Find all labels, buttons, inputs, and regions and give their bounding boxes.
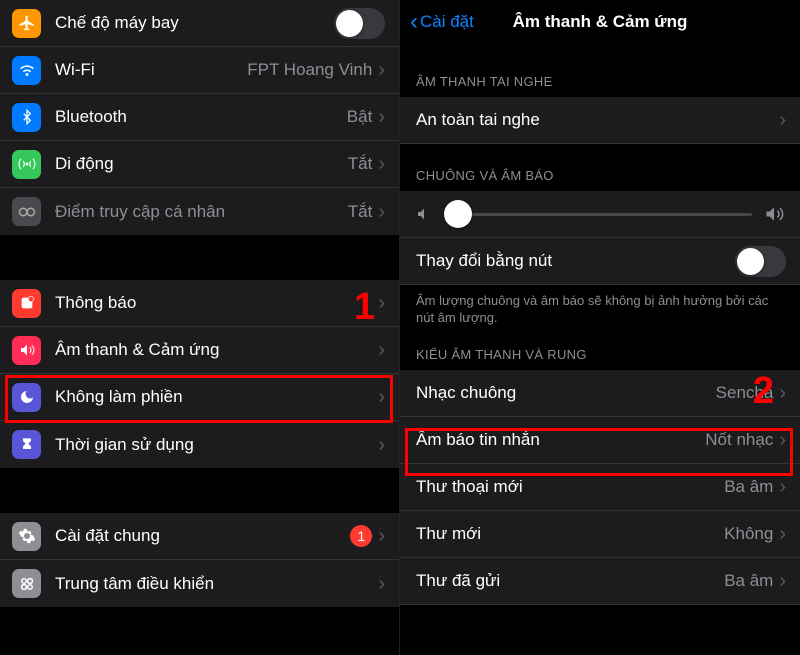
chevron-right-icon: › [378,574,385,594]
notification-badge: 1 [350,525,372,547]
texttone-value: Nốt nhạc [705,430,773,450]
group-general: Cài đặt chung 1 › Trung tâm điều khiển › [0,513,399,607]
chevron-right-icon: › [779,571,786,591]
sentmail-label: Thư đã gửi [416,571,724,591]
ringtone-label: Nhạc chuông [416,383,716,403]
notifications-icon [12,289,41,318]
bluetooth-icon [12,103,41,132]
control-center-label: Trung tâm điều khiển [55,574,378,594]
chevron-right-icon: › [378,387,385,407]
change-with-buttons-label: Thay đổi bằng nút [416,251,735,271]
row-general[interactable]: Cài đặt chung 1 › [0,513,399,560]
change-with-buttons-toggle[interactable] [735,246,786,277]
row-screentime[interactable]: Thời gian sử dụng › [0,421,399,468]
control-center-icon [12,569,41,598]
chevron-right-icon: › [378,202,385,222]
chevron-right-icon: › [378,154,385,174]
sentmail-value: Ba âm [724,571,773,591]
cellular-value: Tắt [348,154,373,174]
newmail-label: Thư mới [416,524,724,544]
wifi-value: FPT Hoang Vinh [247,60,372,80]
volume-high-icon [764,204,784,224]
airplane-icon [12,9,41,38]
volume-slider[interactable] [444,213,752,216]
ringer-volume-slider-row [400,191,800,238]
row-control-center[interactable]: Trung tâm điều khiển › [0,560,399,607]
headphone-safety-label: An toàn tai nghe [416,110,779,130]
sounds-icon [12,336,41,365]
group-header-ringer: CHUÔNG VÀ ÂM BÁO [400,144,800,191]
row-newmail[interactable]: Thư mới Không › [400,511,800,558]
chevron-right-icon: › [779,110,786,130]
hotspot-value: Tắt [348,202,373,222]
slider-thumb[interactable] [444,200,472,228]
cellular-icon [12,150,41,179]
row-change-with-buttons[interactable]: Thay đổi bằng nút [400,238,800,285]
screentime-label: Thời gian sử dụng [55,435,378,455]
row-wifi[interactable]: Wi-Fi FPT Hoang Vinh › [0,47,399,94]
group-focus: Thông báo › Âm thanh & Cảm ứng › Không l… [0,280,399,468]
gear-icon [12,522,41,551]
wifi-label: Wi-Fi [55,60,247,80]
notifications-label: Thông báo [55,293,378,313]
nav-header: ‹ Cài đặt Âm thanh & Cảm ứng [400,0,800,44]
chevron-right-icon: › [779,383,786,403]
ringtone-value: Sencha [716,383,774,403]
sounds-haptics-screen: ‹ Cài đặt Âm thanh & Cảm ứng ÂM THANH TA… [400,0,800,655]
group-header-headphone: ÂM THANH TAI NGHE [400,44,800,97]
wifi-icon [12,56,41,85]
volume-low-icon [416,206,432,222]
row-dnd[interactable]: Không làm phiền › [0,374,399,421]
sounds-label: Âm thanh & Cảm ứng [55,340,378,360]
airplane-toggle[interactable] [334,8,385,39]
chevron-right-icon: › [378,293,385,313]
airplane-label: Chế độ máy bay [55,13,334,33]
moon-icon [12,383,41,412]
hotspot-icon [12,197,41,226]
row-airplane-mode[interactable]: Chế độ máy bay [0,0,399,47]
bluetooth-label: Bluetooth [55,107,347,127]
voicemail-label: Thư thoại mới [416,477,724,497]
bluetooth-value: Bật [347,107,373,127]
general-label: Cài đặt chung [55,526,350,546]
chevron-right-icon: › [378,60,385,80]
hotspot-label: Điểm truy cập cá nhân [55,202,348,222]
newmail-value: Không [724,524,773,544]
row-bluetooth[interactable]: Bluetooth Bật › [0,94,399,141]
chevron-right-icon: › [779,524,786,544]
row-headphone-safety[interactable]: An toàn tai nghe › [400,97,800,144]
cellular-label: Di động [55,154,348,174]
row-cellular[interactable]: Di động Tắt › [0,141,399,188]
row-sentmail[interactable]: Thư đã gửi Ba âm › [400,558,800,605]
group-header-sound-patterns: KIỂU ÂM THANH VÀ RUNG [400,331,800,370]
row-hotspot[interactable]: Điểm truy cập cá nhân Tắt › [0,188,399,235]
dnd-label: Không làm phiền [55,387,378,407]
chevron-right-icon: › [378,107,385,127]
chevron-right-icon: › [378,340,385,360]
group-connectivity: Chế độ máy bay Wi-Fi FPT Hoang Vinh › Bl… [0,0,399,235]
hourglass-icon [12,430,41,459]
ringer-footer-note: Âm lượng chuông và âm báo sẽ không bị ản… [400,285,800,331]
chevron-right-icon: › [378,435,385,455]
row-sounds-haptics[interactable]: Âm thanh & Cảm ứng › [0,327,399,374]
row-voicemail[interactable]: Thư thoại mới Ba âm › [400,464,800,511]
chevron-right-icon: › [779,477,786,497]
row-ringtone[interactable]: Nhạc chuông Sencha › [400,370,800,417]
voicemail-value: Ba âm [724,477,773,497]
texttone-label: Âm báo tin nhắn [416,430,705,450]
chevron-right-icon: › [378,526,385,546]
settings-root-screen: Chế độ máy bay Wi-Fi FPT Hoang Vinh › Bl… [0,0,400,655]
chevron-right-icon: › [779,430,786,450]
nav-title: Âm thanh & Cảm ứng [410,12,790,32]
row-notifications[interactable]: Thông báo › [0,280,399,327]
row-texttone[interactable]: Âm báo tin nhắn Nốt nhạc › [400,417,800,464]
